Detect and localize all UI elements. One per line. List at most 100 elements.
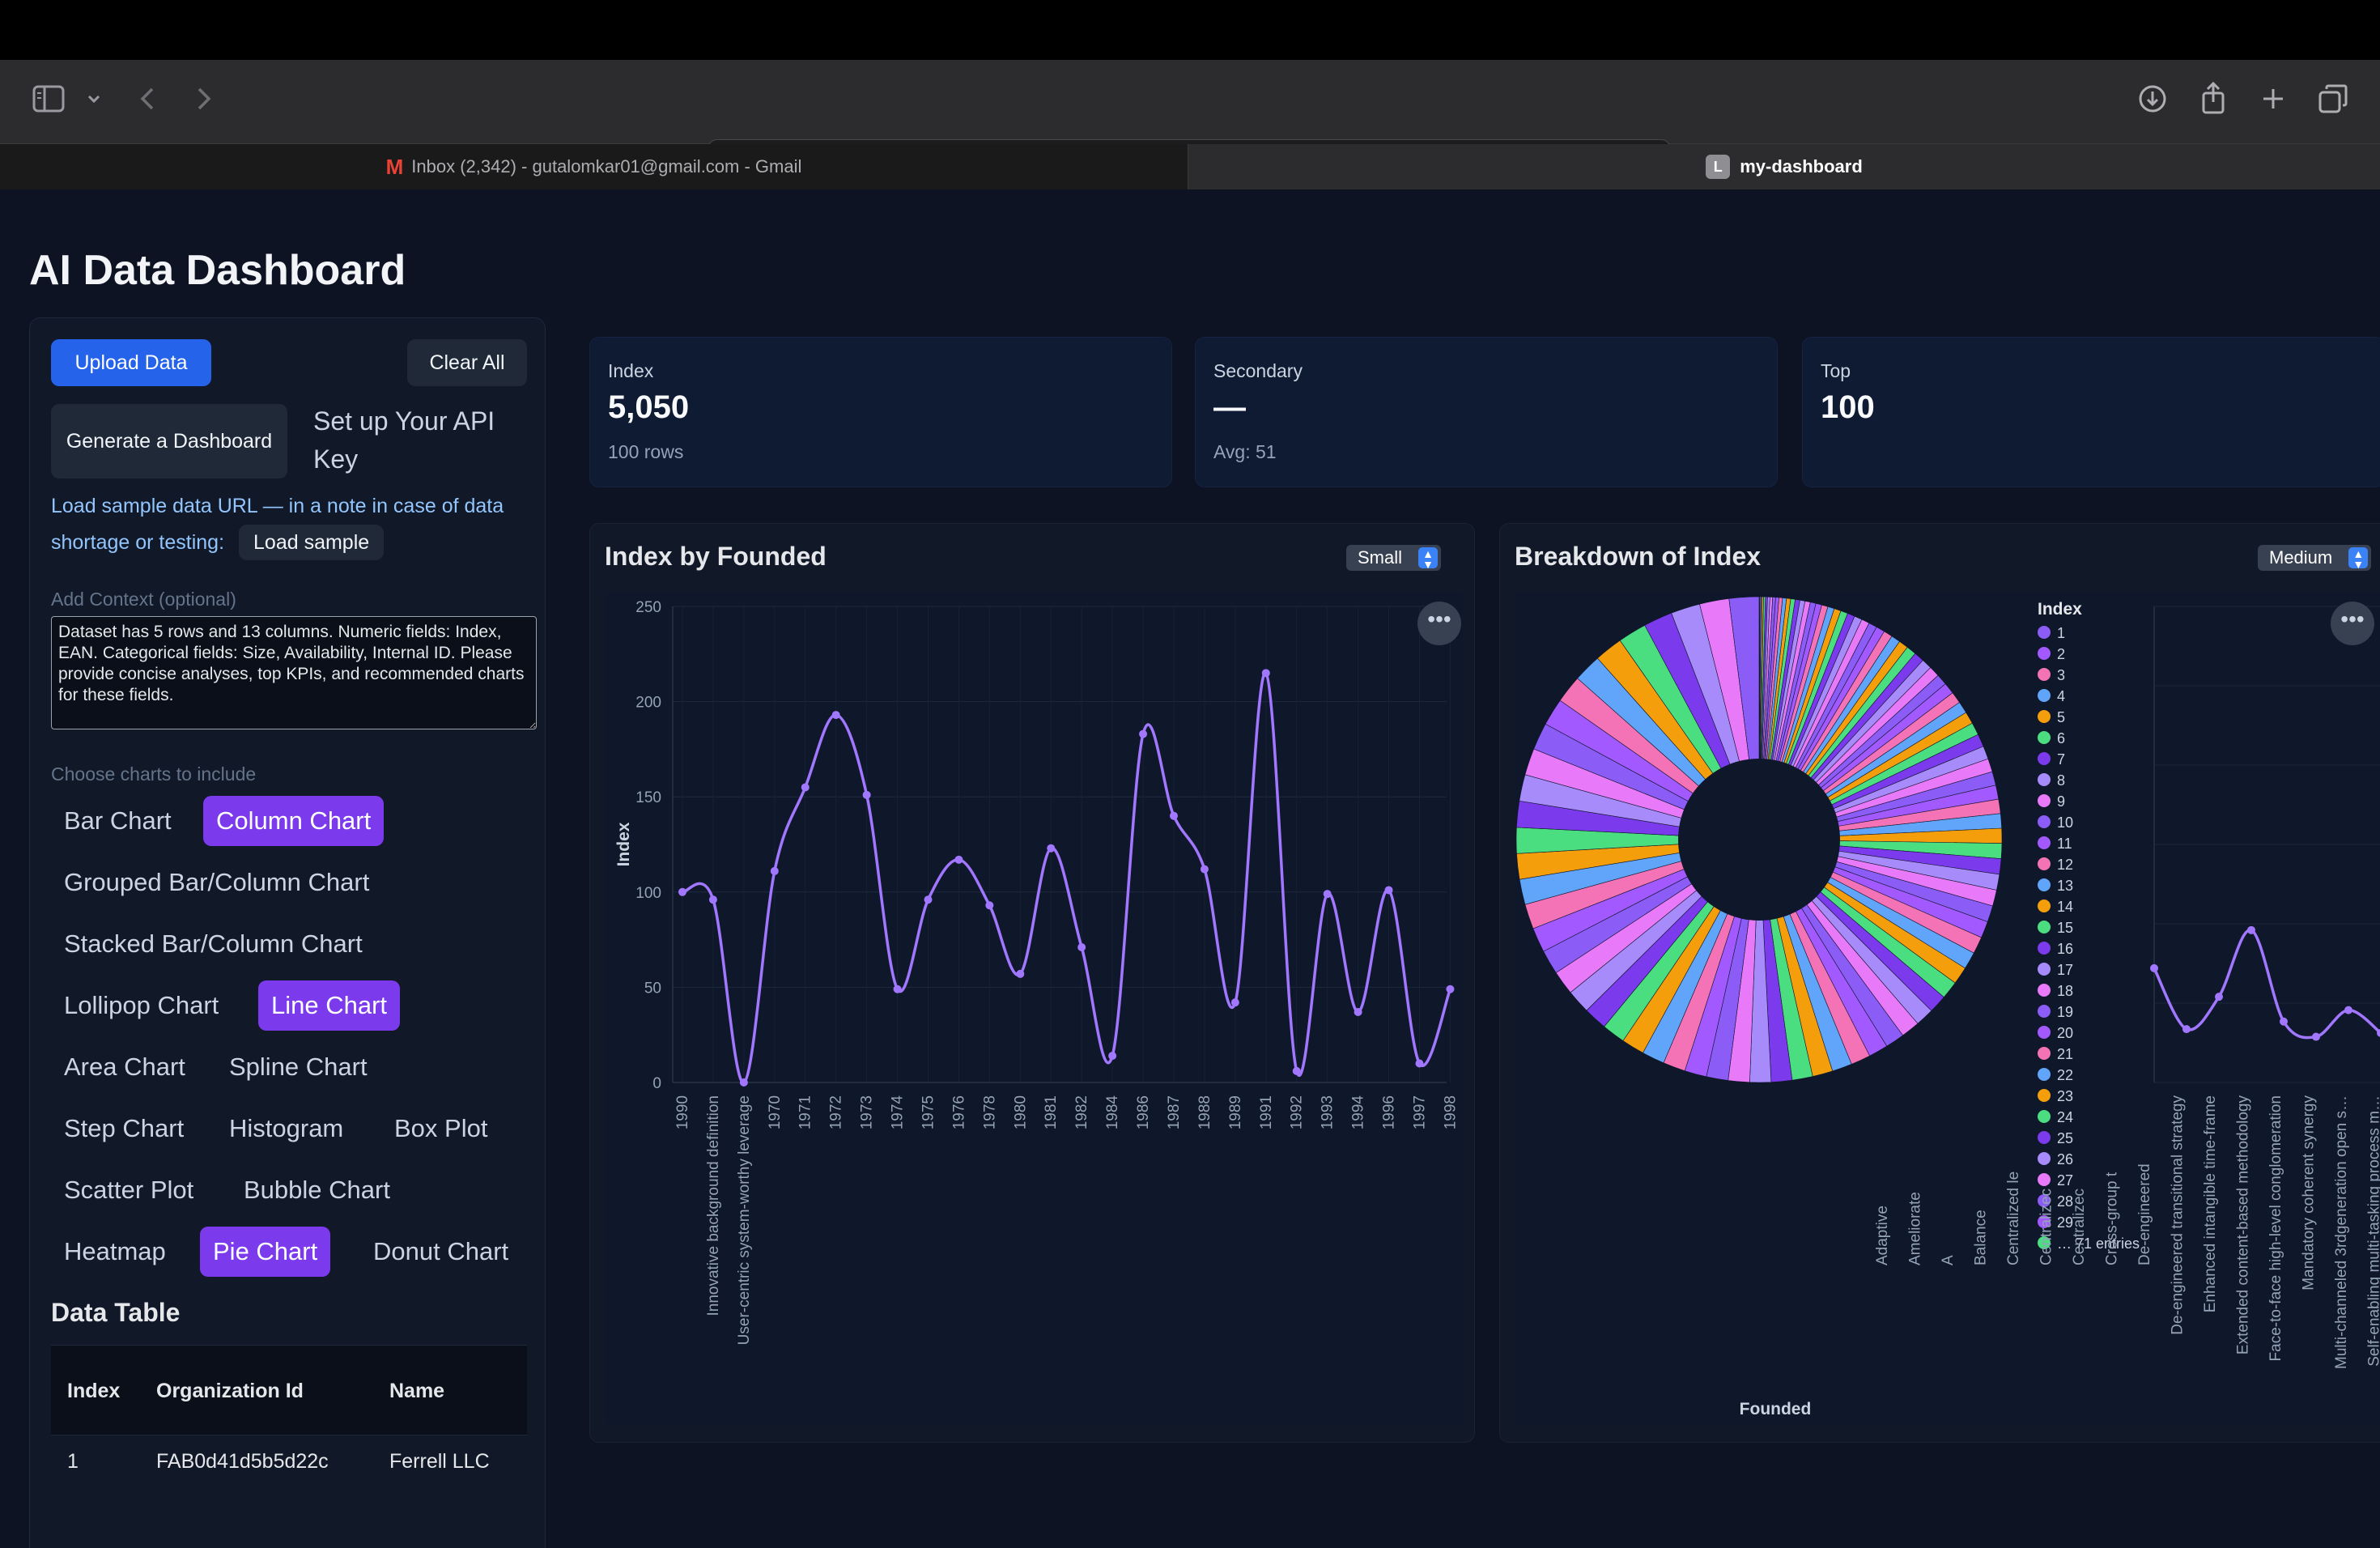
column-header-organization-id[interactable]: Organization Id [156,1380,304,1403]
x-tick-label: 1989 [1227,1095,1244,1129]
data-point [801,783,810,792]
size-select[interactable]: Small ▲ ▼ [1346,545,1442,571]
line-series [2153,929,2380,1040]
legend-label: 5 [2057,709,2065,725]
table-cell-index: 1 [67,1450,79,1473]
share-icon[interactable] [2199,81,2228,122]
y-tick-label: 100 [635,885,661,902]
x-tick-label: Enhanced intangible time-frame [2202,1095,2219,1312]
chip-stacked-chart[interactable]: Stacked Bar/Column Chart [51,919,376,969]
legend-swatch [2038,984,2051,997]
column-header-name[interactable]: Name [389,1380,444,1403]
x-tick-label: Centralizec [2071,1189,2088,1265]
context-textarea[interactable]: Dataset has 5 rows and 13 columns. Numer… [51,616,537,729]
kpi-value: — [1213,389,1246,425]
legend-label: 23 [2057,1088,2073,1104]
x-tick-label: 1997 [1411,1095,1428,1129]
chip-box-plot[interactable]: Box Plot [381,1104,500,1154]
x-tick-label: Centralized le [2005,1172,2022,1265]
size-select[interactable]: Medium ▲ ▼ [2258,545,2372,571]
x-tick-label: Balance [1973,1210,1990,1265]
legend-label: 7 [2057,751,2065,768]
legend-swatch [2038,1152,2051,1165]
chip-bar-chart[interactable]: Bar Chart [51,796,185,846]
table-cell-organization-id: FAB0d41d5b5d22c [156,1450,329,1473]
tab-gmail[interactable]: M Inbox (2,342) - gutalomkar01@gmail.com… [0,144,1188,189]
x-tick-label: 1998 [1442,1095,1459,1129]
chip-donut-chart[interactable]: Donut Chart [360,1227,521,1277]
x-tick-label: 1988 [1196,1095,1213,1129]
line-chart-svg: 0 50 100 150 200 250 1990 Innovative background… [614,599,1459,1345]
data-table-header: Index Organization Id Name [51,1345,527,1435]
chip-lollipop-chart[interactable]: Lollipop Chart [51,980,232,1031]
legend-label: 2 [2057,646,2065,662]
kpi-card-top: Top 100 [1802,337,2380,487]
chip-scatter-plot[interactable]: Scatter Plot [51,1165,206,1215]
y-tick-label: 200 [635,695,661,712]
column-header-index[interactable]: Index [67,1380,120,1403]
data-point [862,790,871,799]
legend-swatch [2038,815,2051,828]
legend-label: 15 [2057,920,2073,936]
table-cell-name: Ferrell LLC [389,1450,490,1473]
x-tick-label: Adaptive [1874,1206,1891,1265]
chip-grouped-chart[interactable]: Grouped Bar/Column Chart [51,857,382,908]
kpi-card-index: Index 5,050 100 rows [589,337,1172,487]
legend-label: 25 [2057,1130,2073,1146]
x-tick-label: Ameliorate [1907,1192,1924,1265]
more-icon[interactable]: ••• [1417,602,1461,645]
load-sample-button[interactable]: Load sample [239,525,385,560]
legend-swatch [2038,1026,2051,1039]
legend-swatch [2038,1110,2051,1123]
legend-label: 10 [2057,814,2073,831]
y-tick-label: 0 [652,1075,661,1092]
api-key-link[interactable]: Set up Your API Key [313,402,524,478]
tab-my-dashboard[interactable]: L my-dashboard [1188,144,2380,189]
generate-dashboard-button[interactable]: Generate a Dashboard [51,404,287,478]
new-tab-icon[interactable] [2259,83,2288,122]
chip-bubble-chart[interactable]: Bubble Chart [231,1165,403,1215]
donut-hole [1678,759,1840,921]
x-tick-label: De-engineered [2136,1163,2153,1265]
sample-note: Load sample data URL — in a note in case… [51,488,521,561]
data-point [678,887,686,896]
chip-heatmap[interactable]: Heatmap [51,1227,179,1277]
download-icon[interactable] [2137,83,2168,122]
data-point [1200,865,1209,874]
chip-histogram[interactable]: Histogram [216,1104,356,1154]
clear-all-button[interactable]: Clear All [407,339,527,386]
more-icon[interactable]: ••• [2331,602,2374,645]
data-point [708,895,717,904]
legend-swatch [2038,668,2051,681]
chevron-down-icon[interactable] [84,84,104,121]
size-select-value: Medium [2269,547,2333,568]
x-tick-label: 1981 [1043,1095,1060,1129]
x-tick-label: 1990 [674,1095,691,1129]
x-tick-label: 1992 [1289,1095,1306,1129]
chip-spline-chart[interactable]: Spline Chart [216,1042,380,1092]
data-point [985,901,994,910]
legend-label: 24 [2057,1109,2073,1125]
tab-dashboard-title: my-dashboard [1740,156,1863,176]
x-tick-label: 1984 [1104,1095,1121,1130]
kpi-value: 5,050 [608,389,690,425]
data-point [1354,1007,1362,1016]
legend-label: 8 [2057,772,2065,789]
x-tick-label: 1994 [1350,1095,1367,1130]
chip-step-chart[interactable]: Step Chart [51,1104,197,1154]
data-point [1261,669,1270,678]
x-tick-label: 1978 [981,1095,998,1129]
chip-line-chart[interactable]: Line Chart [258,980,401,1031]
chip-pie-chart[interactable]: Pie Chart [200,1227,331,1277]
forward-icon[interactable] [193,83,215,122]
legend-swatch [2038,1068,2051,1081]
tab-overview-icon[interactable] [2317,83,2349,122]
pie-chart-svg: Index12345678910111213141516171819202122… [1515,596,2380,1418]
choose-charts-label: Choose charts to include [51,763,257,785]
sidebar-icon[interactable] [32,84,65,121]
chip-area-chart[interactable]: Area Chart [51,1042,198,1092]
upload-data-button[interactable]: Upload Data [51,339,211,386]
back-icon[interactable] [136,83,159,122]
legend-swatch [2038,942,2051,955]
chip-column-chart[interactable]: Column Chart [203,796,385,846]
